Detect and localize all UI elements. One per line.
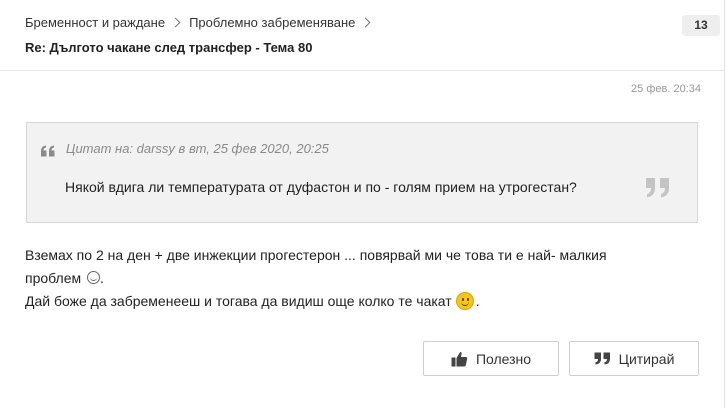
reply-count-badge: 13 (682, 15, 720, 36)
chevron-right-icon (360, 17, 371, 28)
post-timestamp: 25 фев. 20:34 (631, 83, 701, 95)
post-body-line-3: Дай боже да забременееш и тогава да види… (25, 290, 695, 313)
quote-author: Цитат на: darssy в вт, 25 фев 2020, 20:2… (66, 141, 329, 156)
right-divider (724, 0, 725, 408)
post-body-line-2-end: . (100, 270, 104, 286)
post-body-line-1: Вземах по 2 на ден + две инжекции прогес… (25, 247, 607, 263)
laughing-emoji-icon (87, 271, 101, 284)
breadcrumb: Бременност и раждане Проблемно забременя… (25, 15, 379, 30)
quote-button[interactable]: Цитирай (569, 341, 699, 376)
thread-title[interactable]: Re: Дългото чакане след трансфер - Тема … (25, 40, 312, 55)
thread-header: Бременност и раждане Проблемно забременя… (0, 0, 724, 71)
quote-text: Някой вдига ли температурата от дуфастон… (65, 179, 577, 195)
post-body: Вземах по 2 на ден + две инжекции прогес… (25, 244, 695, 313)
breadcrumb-item-pregnancy[interactable]: Бременност и раждане (25, 15, 165, 30)
smile-emoji-icon (455, 292, 474, 310)
thumbs-up-icon (451, 351, 468, 367)
quote-icon (594, 352, 611, 365)
like-button[interactable]: Полезно (423, 341, 559, 376)
breadcrumb-item-problem-conception[interactable]: Проблемно забременяване (189, 15, 355, 30)
quote-button-label: Цитирай (618, 350, 675, 367)
post-body-line-2-text: проблем (25, 270, 82, 286)
quote-open-icon (40, 144, 56, 162)
quote-close-icon (645, 177, 671, 203)
post-body-line-3-end: . (475, 293, 480, 309)
chevron-right-icon (170, 17, 181, 28)
forum-post-page: Бременност и раждане Проблемно забременя… (0, 0, 727, 408)
quote-block: Цитат на: darssy в вт, 25 фев 2020, 20:2… (26, 122, 698, 223)
post-body-line-3-text: Дай боже да забременееш и тогава да види… (25, 293, 452, 309)
like-button-label: Полезно (475, 350, 532, 367)
post-body-line-2: проблем . (25, 267, 695, 290)
